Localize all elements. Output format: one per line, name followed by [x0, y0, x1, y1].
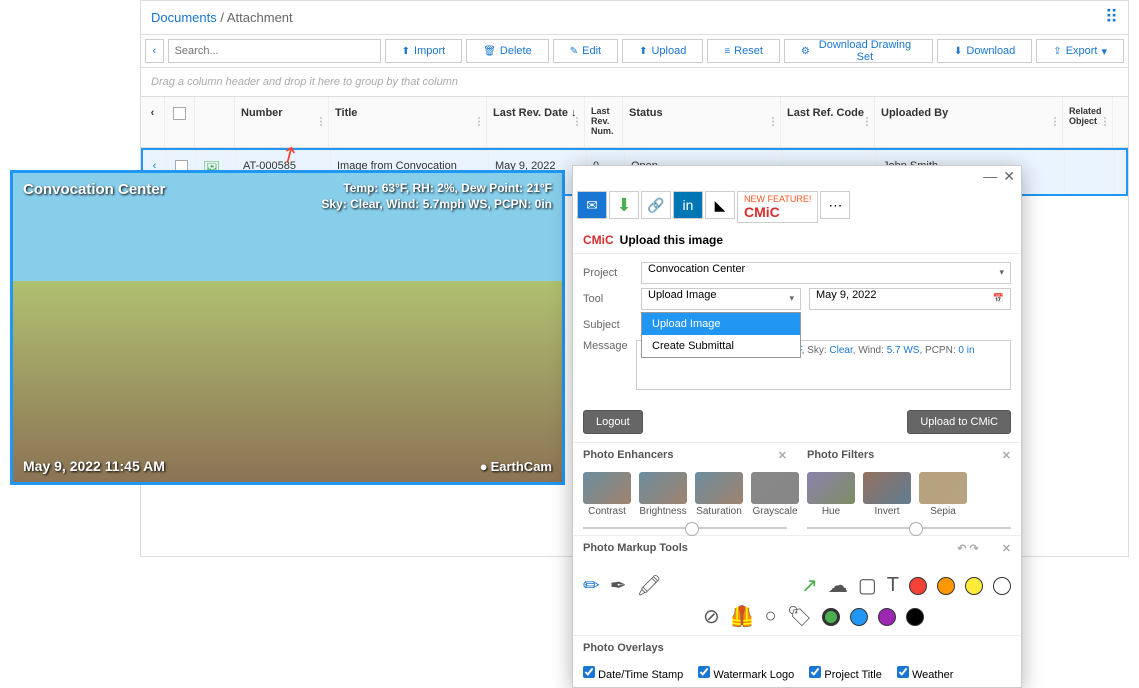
tool-dropdown: Upload Image Create Submittal	[641, 312, 801, 358]
camera-title: Convocation Center	[23, 181, 166, 198]
share-icon[interactable]: ◣	[705, 191, 735, 219]
enhancer-slider[interactable]	[583, 527, 787, 529]
col-last-ref-code[interactable]: Last Ref. Code⋮	[781, 97, 875, 147]
subject-label: Subject	[583, 319, 633, 331]
dropdown-upload-image[interactable]: Upload Image	[642, 313, 800, 335]
filter-grayscale[interactable]: Grayscale	[751, 472, 799, 517]
search-input[interactable]	[168, 39, 381, 63]
reset-button[interactable]: ≡Reset	[707, 39, 780, 63]
upload-button[interactable]: ⬆Upload	[622, 39, 703, 63]
linkedin-icon[interactable]: in	[673, 191, 703, 219]
highlighter-tool[interactable]: 🖍	[637, 573, 662, 598]
col-uploaded-by[interactable]: Uploaded By⋮	[875, 97, 1063, 147]
close-enhancers[interactable]: ✕	[778, 449, 787, 462]
pen-tool[interactable]: ✒	[610, 573, 627, 598]
undo-icon[interactable]: ↶	[957, 543, 966, 555]
camera-preview: Convocation Center Temp: 63°F, RH: 2%, D…	[10, 170, 565, 485]
breadcrumb-root[interactable]: Documents	[151, 10, 217, 25]
enhancer-saturation[interactable]: Saturation	[695, 472, 743, 517]
link-icon[interactable]: 🔗	[641, 191, 671, 219]
message-label: Message	[583, 340, 628, 352]
col-number[interactable]: Number⋮	[235, 97, 329, 147]
export-button[interactable]: ⇪Export ▾	[1036, 39, 1124, 63]
camera-timestamp: May 9, 2022 11:45 AM	[23, 458, 165, 474]
import-button[interactable]: ⬆Import	[385, 39, 463, 63]
close-filters[interactable]: ✕	[1002, 449, 1011, 462]
col-last-rev-num[interactable]: Last Rev. Num.	[585, 97, 623, 147]
dialog-title: CMiC Upload this image	[573, 227, 1021, 254]
close-markup[interactable]: ✕	[1002, 543, 1011, 555]
color-green[interactable]	[822, 608, 840, 626]
download-set-button[interactable]: ⚙Download Drawing Set	[784, 39, 933, 63]
rect-tool[interactable]: ▢	[858, 573, 877, 598]
toolbar: ‹ ⬆Import 🗑Delete ✎Edit ⬆Upload ≡Reset ⚙…	[141, 34, 1128, 67]
download-icon[interactable]: ⬇	[609, 191, 639, 219]
redo-icon[interactable]: ↷	[970, 543, 979, 555]
date-input[interactable]: May 9, 2022📅	[809, 288, 1011, 310]
filter-slider[interactable]	[807, 527, 1011, 529]
breadcrumb-current: Attachment	[227, 10, 293, 25]
filters-header: Photo Filters	[807, 449, 874, 462]
group-by-bar[interactable]: Drag a column header and drop it here to…	[141, 67, 1128, 96]
apps-icon[interactable]: ⠿	[1105, 7, 1118, 28]
upload-to-cmic-button[interactable]: Upload to CMiC	[907, 410, 1011, 434]
color-yellow[interactable]	[965, 577, 983, 595]
color-orange[interactable]	[937, 577, 955, 595]
enhancer-brightness[interactable]: Brightness	[639, 472, 687, 517]
markup-header: Photo Markup Tools	[583, 542, 688, 555]
dropdown-create-submittal[interactable]: Create Submittal	[642, 335, 800, 357]
tool-label: Tool	[583, 293, 633, 305]
close-icon[interactable]: ✕	[1003, 168, 1015, 185]
text-tool[interactable]: T	[887, 574, 899, 597]
select-all[interactable]	[165, 97, 195, 147]
enhancers-header: Photo Enhancers	[583, 449, 673, 462]
col-title[interactable]: Title⋮	[329, 97, 487, 147]
download-button[interactable]: ⬇Download	[937, 39, 1032, 63]
expand-all[interactable]: ‹	[141, 97, 165, 147]
col-related-object[interactable]: Related Object⋮	[1063, 97, 1113, 147]
filter-sepia[interactable]: Sepia	[919, 472, 967, 517]
nosign-tool[interactable]: ⊘	[703, 604, 720, 629]
more-icon[interactable]: ⋯	[820, 191, 850, 219]
email-icon[interactable]: ✉	[577, 191, 607, 219]
filter-hue[interactable]: Hue	[807, 472, 855, 517]
edit-button[interactable]: ✎Edit	[553, 39, 618, 63]
filter-invert[interactable]: Invert	[863, 472, 911, 517]
cloud-tool[interactable]: ☁	[828, 573, 848, 598]
enhancer-contrast[interactable]: Contrast	[583, 472, 631, 517]
upload-dialog: — ✕ ✉ ⬇ 🔗 in ◣ NEW FEATURE! CMiC ⋯ CMiC …	[572, 165, 1022, 688]
project-label: Project	[583, 267, 633, 279]
cmic-badge[interactable]: NEW FEATURE! CMiC	[737, 191, 818, 223]
tool-select[interactable]: Upload Image▾	[641, 288, 801, 310]
col-last-rev-date[interactable]: Last Rev. Date ↓⋮	[487, 97, 585, 147]
overlay-datetime[interactable]: Date/Time Stamp	[583, 669, 683, 681]
pencil-tool[interactable]: ✏	[583, 573, 600, 598]
back-button[interactable]: ‹	[145, 39, 164, 63]
overlay-watermark[interactable]: Watermark Logo	[698, 669, 794, 681]
color-blue[interactable]	[850, 608, 868, 626]
camera-weather-overlay: Temp: 63°F, RH: 2%, Dew Point: 21°F Sky:…	[321, 181, 552, 212]
earthcam-logo: EarthCam	[480, 459, 552, 474]
logout-button[interactable]: Logout	[583, 410, 643, 434]
arrow-tool[interactable]: ↗	[801, 573, 818, 598]
col-status[interactable]: Status⋮	[623, 97, 781, 147]
minimize-icon[interactable]: —	[983, 168, 997, 185]
color-white[interactable]	[993, 577, 1011, 595]
grid-header: ‹ Number⋮ Title⋮ Last Rev. Date ↓⋮ Last …	[141, 96, 1128, 148]
project-select[interactable]: Convocation Center▾	[641, 262, 1011, 284]
overlay-weather[interactable]: Weather	[897, 669, 953, 681]
breadcrumb: Documents / Attachment ⠿	[141, 1, 1128, 34]
color-red[interactable]	[909, 577, 927, 595]
color-black[interactable]	[906, 608, 924, 626]
vest-tool[interactable]: 🦺	[730, 604, 755, 629]
overlay-project[interactable]: Project Title	[809, 669, 882, 681]
circle-tool[interactable]: ○	[765, 605, 777, 628]
color-purple[interactable]	[878, 608, 896, 626]
tag-tool[interactable]: 🏷	[787, 604, 812, 629]
delete-button[interactable]: 🗑Delete	[466, 39, 549, 63]
overlays-header: Photo Overlays	[583, 642, 664, 654]
